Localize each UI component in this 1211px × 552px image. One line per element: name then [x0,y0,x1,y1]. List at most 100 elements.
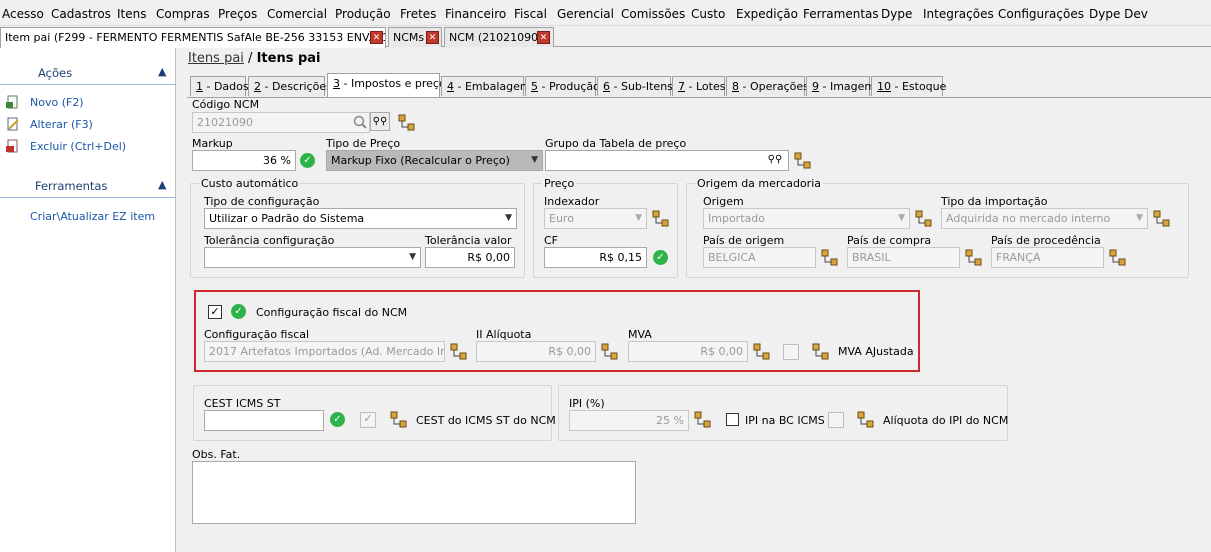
doc-tab-ncms[interactable]: NCMs ✕ [388,27,442,47]
search-icon[interactable] [351,114,369,132]
menu-item-ferramentas[interactable]: Ferramentas [803,7,879,21]
binoculars-icon[interactable]: ⚲⚲ [370,112,390,131]
tab-imagem[interactable]: 9 - Imagem [806,76,875,96]
cf-field[interactable]: R$ 0,15 [544,247,647,268]
menu-item-itens[interactable]: Itens [117,7,146,21]
sidebar: Ações ▲ Novo (F2) Alterar (F3) Excluir (… [0,48,176,552]
menu-item-integracoes[interactable]: Integrações [923,7,994,21]
markup-field[interactable]: 36 % [192,150,296,171]
lookup-tree-icon[interactable] [694,411,712,429]
origem-value: Importado [708,212,765,225]
ipi-field[interactable]: 25 % [569,410,689,431]
sidebar-item-excluir[interactable]: Excluir (Ctrl+Del) [30,140,126,153]
lookup-tree-icon[interactable] [965,249,983,267]
codigo-ncm-field[interactable]: 21021090 [192,112,370,133]
menu-item-expedicao[interactable]: Expedição [736,7,798,21]
lookup-tree-icon[interactable] [450,343,468,361]
grupo-tabela-field[interactable] [545,150,789,171]
menu-item-cadastros[interactable]: Cadastros [51,7,111,21]
tab-sub-itens[interactable]: 6 - Sub-Itens [597,76,673,96]
menu-item-fretes[interactable]: Fretes [400,7,436,21]
tab-lotes[interactable]: 7 - Lotes [672,76,725,96]
chevron-up-icon[interactable]: ▲ [158,65,166,78]
menu-item-dype[interactable]: Dype [881,7,912,21]
lookup-tree-icon[interactable] [857,411,875,429]
menu-item-compras[interactable]: Compras [156,7,210,21]
sidebar-item-alterar[interactable]: Alterar (F3) [30,118,93,131]
tab-number: 10 [877,80,891,93]
obs-fat-textarea[interactable] [192,461,636,524]
tab-label: - Sub-Itens [610,80,673,93]
tab-estoque[interactable]: 10 - Estoque [871,76,946,96]
tab-dados[interactable]: 1 - Dados [190,76,249,96]
indexador-select[interactable]: Euro ▼ [544,208,647,229]
tipo-config-select[interactable]: Utilizar o Padrão do Sistema ▼ [204,208,517,229]
mva-field[interactable]: R$ 0,00 [628,341,748,362]
doc-tab-item-pai[interactable]: Item pai (F299 - FERMENTO FERMENTIS SafA… [0,27,386,48]
tolerancia-valor-field[interactable]: R$ 0,00 [425,247,515,268]
menu-item-custo[interactable]: Custo [691,7,725,21]
fiscal-ncm-checkbox[interactable]: ✓ [208,305,222,319]
tab-descricoes[interactable]: 2 - Descrições [248,76,332,96]
tab-number: 5 [531,80,538,93]
cest-ncm-checkbox[interactable]: ✓ [360,412,376,428]
menu-item-producao[interactable]: Produção [335,7,391,21]
binoculars-icon[interactable]: ⚲⚲ [765,151,785,170]
lookup-tree-icon[interactable] [390,411,408,429]
document-tabs: Item pai (F299 - FERMENTO FERMENTIS SafA… [0,26,1211,48]
lookup-tree-icon[interactable] [1153,210,1171,228]
origem-select[interactable]: Importado ▼ [703,208,910,229]
lookup-tree-icon[interactable] [398,114,416,132]
tolerancia-config-select[interactable]: ▼ [204,247,421,268]
breadcrumb-link[interactable]: Itens pai [188,51,244,66]
doc-tab-ncm-detail[interactable]: NCM (21021090) ✕ [444,27,554,47]
menu-item-financeiro[interactable]: Financeiro [445,7,506,21]
cest-field[interactable] [204,410,324,431]
menu-item-comissoes[interactable]: Comissões [621,7,685,21]
tab-operacoes[interactable]: 8 - Operações [726,76,809,96]
pais-origem-field[interactable]: BELGICA [703,247,816,268]
pais-procedencia-field[interactable]: FRANÇA [991,247,1104,268]
lookup-tree-icon[interactable] [812,343,830,361]
lookup-tree-icon[interactable] [753,343,771,361]
close-icon[interactable]: ✕ [370,31,383,44]
close-icon[interactable]: ✕ [537,31,550,44]
chevron-up-icon[interactable]: ▲ [158,178,166,191]
tab-embalagens[interactable]: 4 - Embalagens [441,76,533,96]
chevron-down-icon: ▼ [898,213,905,223]
sidebar-section-ferramentas[interactable]: Ferramentas ▲ [0,174,176,198]
pais-compra-label: País de compra [847,234,932,247]
close-icon[interactable]: ✕ [426,31,439,44]
tab-impostos-preco[interactable]: 3 - Impostos e preço [327,73,446,97]
breadcrumb-separator: / [248,51,253,66]
menu-item-comercial[interactable]: Comercial [267,7,327,21]
menu-item-precos[interactable]: Preços [218,7,257,21]
tab-label: - Imagem [819,80,876,93]
menu-item-configuracoes[interactable]: Configurações [998,7,1084,21]
tipo-preco-select[interactable]: Markup Fixo (Recalcular o Preço) ▼ [326,150,543,171]
menu-item-acesso[interactable]: Acesso [2,7,44,21]
cest-ncm-label: CEST do ICMS ST do NCM [416,414,556,427]
tipo-importacao-select[interactable]: Adquirida no mercado interno ▼ [941,208,1148,229]
tab-producao[interactable]: 5 - Produção [525,76,600,96]
menu-item-fiscal[interactable]: Fiscal [514,7,547,21]
menu-item-dype-dev[interactable]: Dype Dev [1089,7,1148,21]
lookup-tree-icon[interactable] [794,152,812,170]
lookup-tree-icon[interactable] [1109,249,1127,267]
lookup-tree-icon[interactable] [915,210,933,228]
menu-bar: Acesso Cadastros Itens Compras Preços Comerci… [0,0,1211,26]
sidebar-item-criar-ez[interactable]: Criar\Atualizar EZ item [30,210,155,223]
sidebar-item-novo[interactable]: Novo (F2) [30,96,84,109]
pais-compra-field[interactable]: BRASIL [847,247,960,268]
lookup-tree-icon[interactable] [821,249,839,267]
sidebar-section-acoes[interactable]: Ações ▲ [0,61,176,85]
ii-aliquota-field[interactable]: R$ 0,00 [476,341,596,362]
menu-item-gerencial[interactable]: Gerencial [557,7,614,21]
aliquota-ipi-ncm-checkbox[interactable] [828,412,844,428]
lookup-tree-icon[interactable] [652,210,670,228]
mva-ajustada-checkbox[interactable] [783,344,799,360]
ipi-bc-icms-checkbox[interactable] [726,413,739,426]
config-fiscal-select[interactable]: 2017 Artefatos Importados (Ad. Mercado I… [204,341,445,362]
group-title: Custo automático [199,177,301,190]
lookup-tree-icon[interactable] [601,343,619,361]
